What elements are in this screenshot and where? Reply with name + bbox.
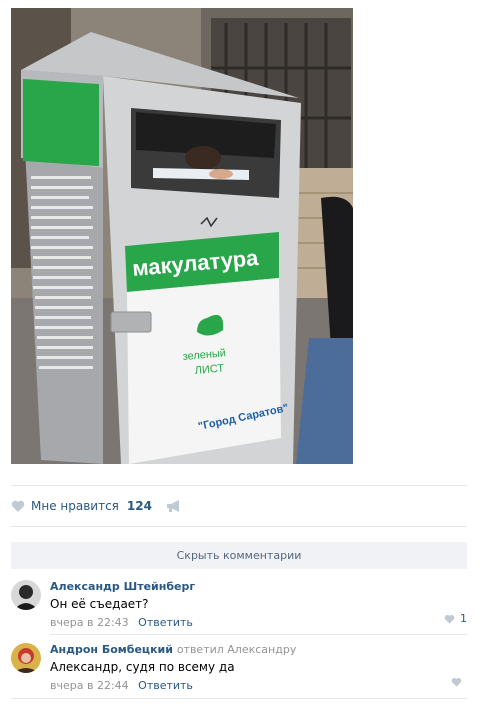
reply-to-label[interactable]: ответил Александру xyxy=(177,643,297,656)
hide-comments-button[interactable]: Скрыть комментарии xyxy=(11,542,467,569)
like-label[interactable]: Мне нравится xyxy=(31,499,119,513)
comment-like-button[interactable] xyxy=(451,677,467,687)
avatar[interactable] xyxy=(11,580,41,610)
comment-like-count: 1 xyxy=(460,612,467,625)
post-actions: Мне нравится 124 xyxy=(11,496,182,516)
avatar[interactable] xyxy=(11,643,41,673)
comment-text: Александр, судя по всему да xyxy=(50,660,235,674)
heart-icon xyxy=(451,677,462,687)
comment-text: Он её съедает? xyxy=(50,597,149,611)
reply-button[interactable]: Ответить xyxy=(138,679,193,692)
divider xyxy=(11,698,467,699)
comment: Александр Штейнберг Он её съедает? вчера… xyxy=(11,580,467,630)
like-count[interactable]: 124 xyxy=(127,499,152,513)
divider xyxy=(50,634,467,635)
divider xyxy=(11,485,467,486)
comment: Андрон Бомбецкий ответил Александру Алек… xyxy=(11,643,467,693)
post-photo[interactable]: макулатура зеленый ЛИСТ "Город Саратов" xyxy=(11,8,353,464)
heart-icon xyxy=(444,614,455,624)
reply-button[interactable]: Ответить xyxy=(138,616,193,629)
heart-icon[interactable] xyxy=(11,499,25,513)
comment-time[interactable]: вчера в 22:43 xyxy=(50,616,129,629)
comment-time[interactable]: вчера в 22:44 xyxy=(50,679,129,692)
comment-author[interactable]: Андрон Бомбецкий xyxy=(50,643,173,656)
divider xyxy=(11,526,467,527)
comment-author[interactable]: Александр Штейнберг xyxy=(50,580,467,593)
comment-like-button[interactable]: 1 xyxy=(444,612,467,625)
megaphone-icon[interactable] xyxy=(166,499,182,513)
